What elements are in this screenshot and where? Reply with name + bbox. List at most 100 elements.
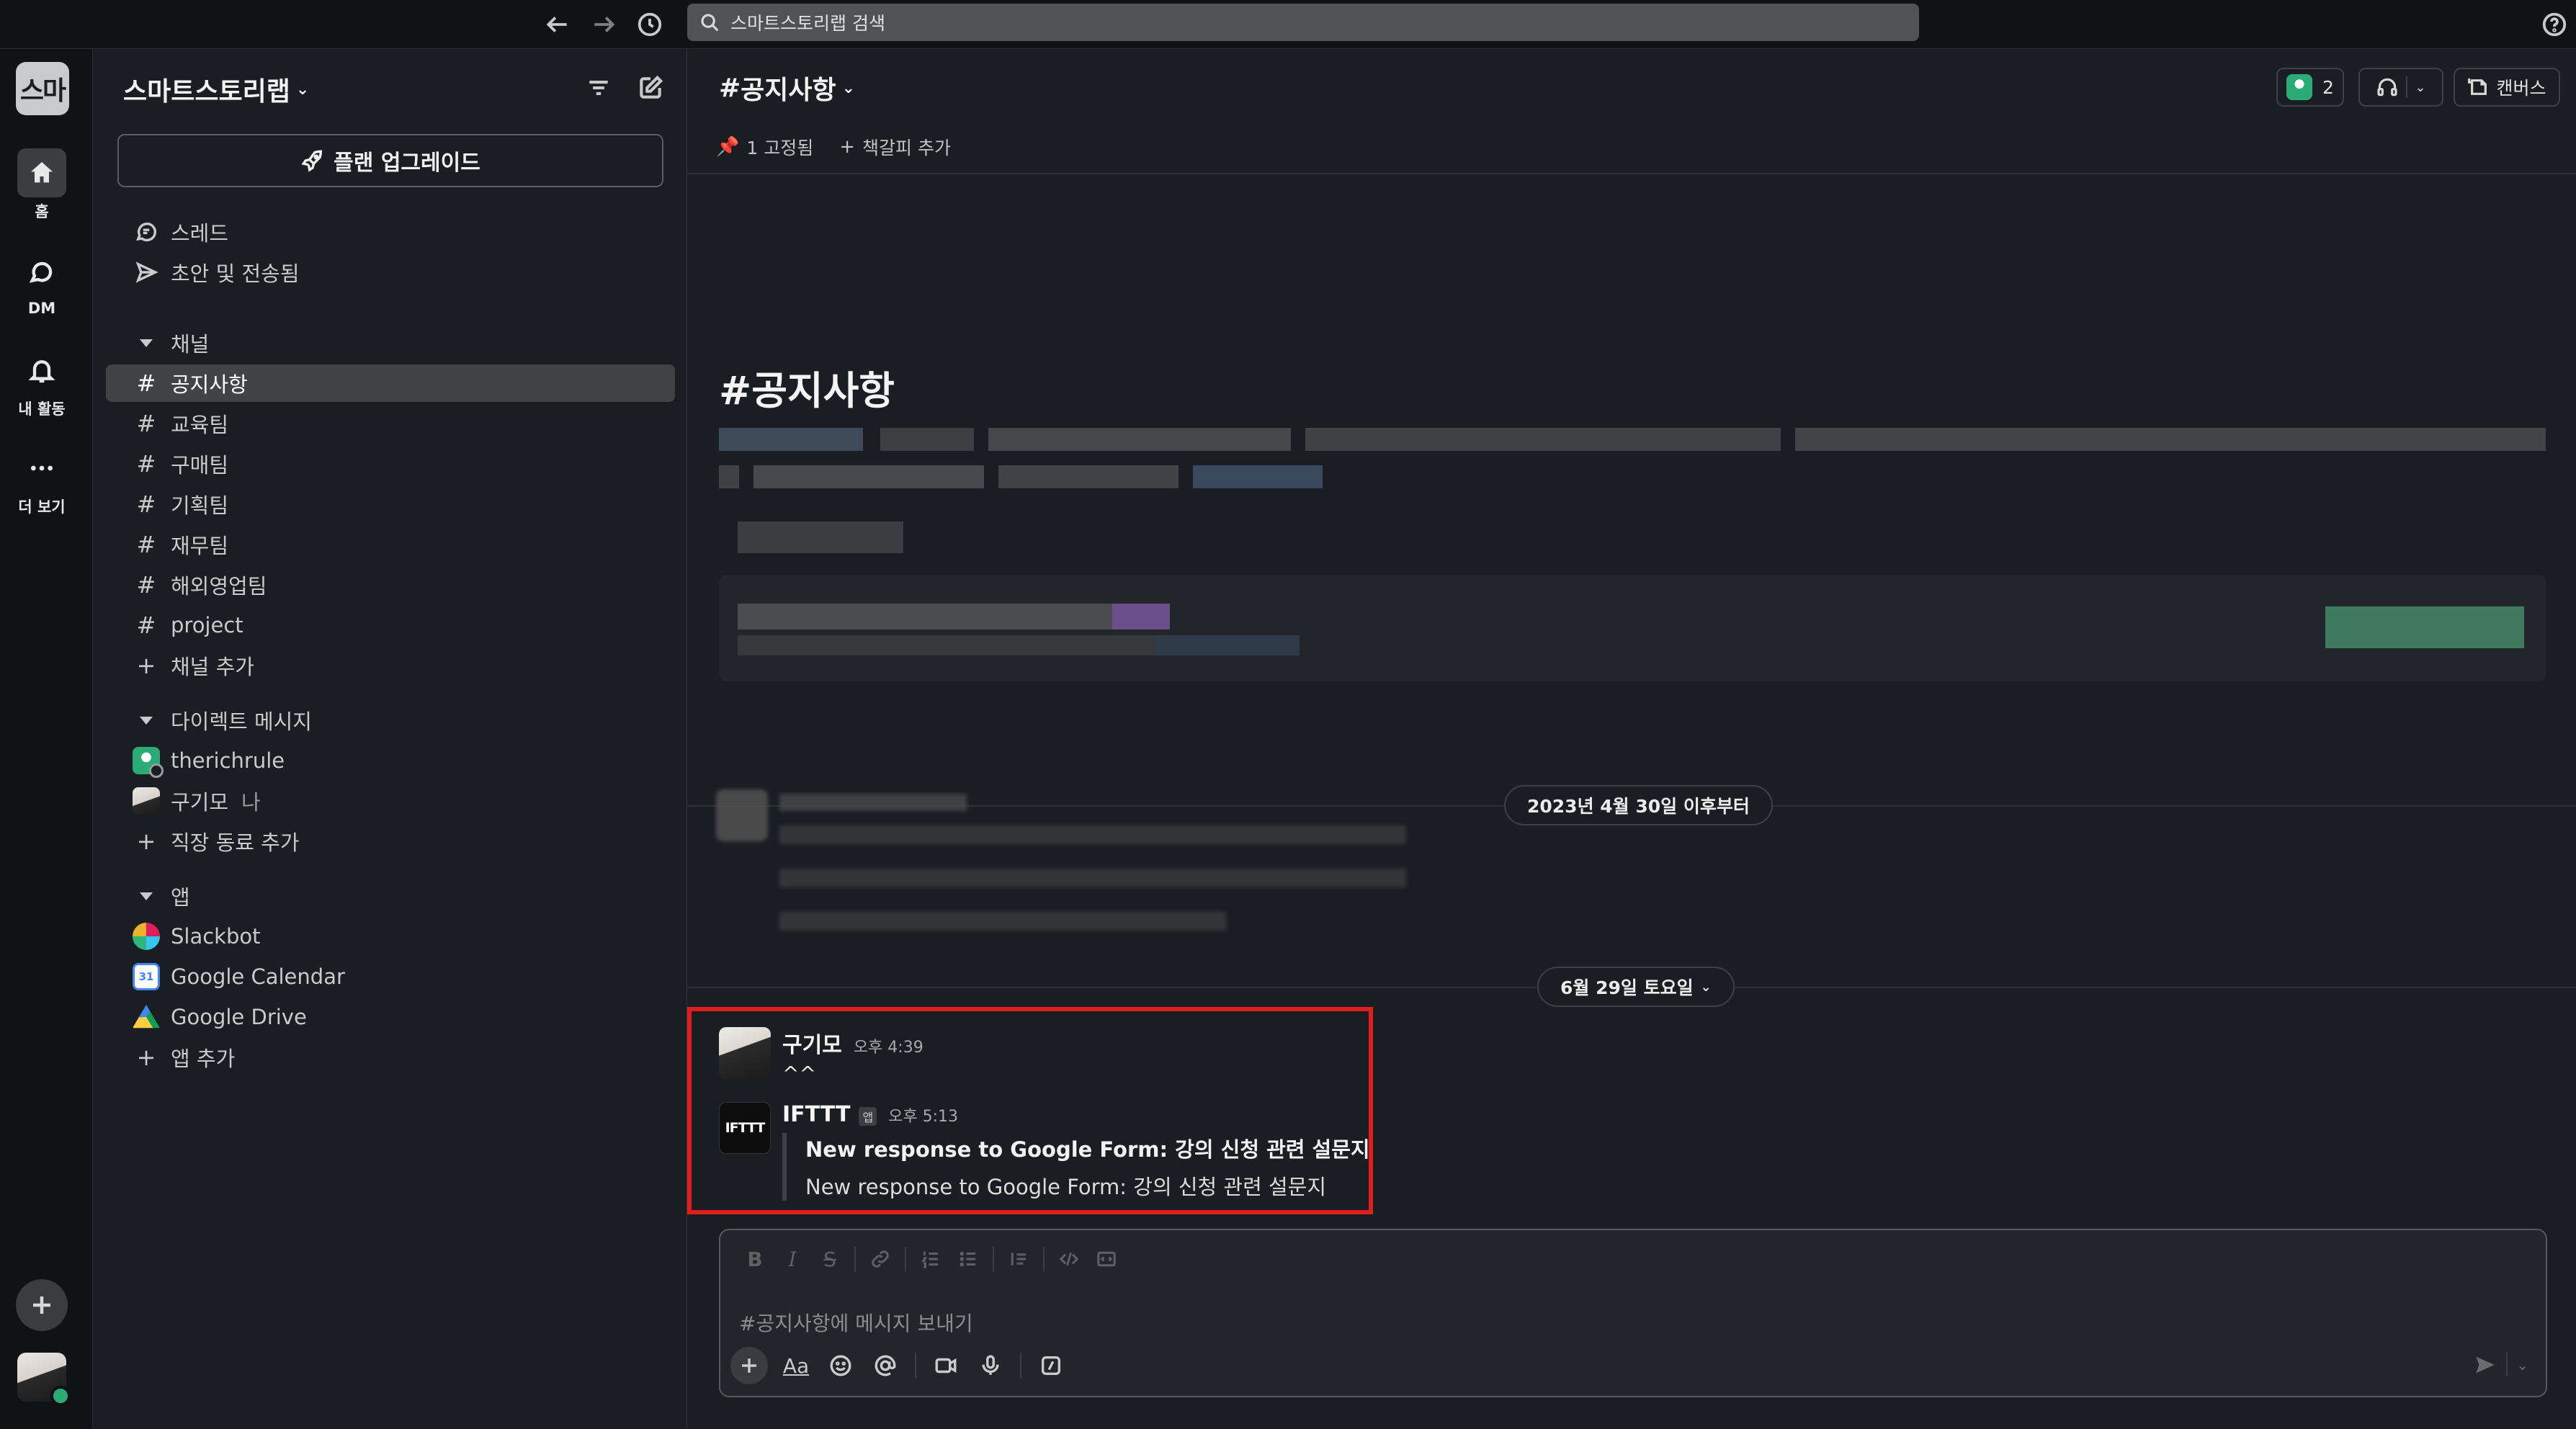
back-arrow-icon[interactable]: [539, 6, 576, 43]
workspace-name-menu[interactable]: 스마트스토리랩 ⌄: [123, 71, 309, 108]
text-format-icon[interactable]: Aa: [774, 1347, 818, 1384]
microphone-icon[interactable]: [968, 1347, 1013, 1384]
add-channel-label: 채널 추가: [171, 655, 254, 679]
send-icon[interactable]: [2473, 1353, 2497, 1377]
sidebar-channel-education[interactable]: # 교육팀: [106, 405, 675, 442]
emoji-icon[interactable]: [818, 1347, 863, 1384]
sidebar-channel-overseas-sales[interactable]: # 해외영업팀: [106, 566, 675, 604]
code-icon[interactable]: [1050, 1243, 1088, 1275]
search-placeholder: 스마트스토리랩 검색: [730, 13, 885, 34]
huddle-button[interactable]: ⌄: [2358, 68, 2443, 107]
add-app-button[interactable]: + 앱 추가: [106, 1039, 675, 1076]
sidebar-dm-therichrule[interactable]: therichrule: [106, 742, 675, 779]
attach-plus-button[interactable]: [730, 1347, 768, 1384]
message-input[interactable]: #공지사항에 메시지 보내기: [739, 1308, 973, 1337]
blockquote-icon[interactable]: [1000, 1243, 1037, 1275]
sidebar-channel-notice[interactable]: # 공지사항: [106, 364, 675, 402]
member-count: 2: [2322, 76, 2334, 98]
bulleted-list-icon[interactable]: [949, 1243, 987, 1275]
add-workspace-button[interactable]: [16, 1279, 68, 1331]
forward-arrow-icon[interactable]: [585, 6, 622, 43]
message-text: ^^: [782, 1062, 816, 1085]
message-attachment: New response to Google Form: 강의 신청 관련 설문…: [782, 1133, 1370, 1201]
add-channel-button[interactable]: + 채널 추가: [106, 647, 675, 684]
sidebar-dm-self[interactable]: 구기모 나: [106, 782, 675, 820]
add-coworker-button[interactable]: + 직장 동료 추가: [106, 823, 675, 860]
video-icon[interactable]: [923, 1347, 968, 1384]
workspace-name: 스마트스토리랩: [123, 77, 290, 107]
sidebar-item-threads[interactable]: 스레드: [106, 213, 675, 251]
message-author[interactable]: IFTTT: [782, 1102, 850, 1127]
composer-actions: Aa: [730, 1347, 1073, 1384]
channel-header-title[interactable]: # 공지사항 ⌄: [719, 69, 855, 107]
ifttt-avatar[interactable]: IFTTT: [719, 1102, 771, 1154]
search-bar[interactable]: 스마트스토리랩 검색: [687, 4, 1919, 41]
sidebar-channel-planning[interactable]: # 기획팀: [106, 485, 675, 523]
send-icon: [132, 260, 161, 285]
section-label: 다이렉트 메시지: [171, 709, 312, 734]
caret-down-icon: [132, 892, 161, 900]
channels-section-header[interactable]: 채널: [106, 324, 675, 362]
message-item[interactable]: 구기모 오후 4:39 ^^: [719, 1027, 923, 1085]
attachment-title[interactable]: New response to Google Form: 강의 신청 관련 설문…: [805, 1133, 1370, 1163]
sidebar-app-google-calendar[interactable]: 31 Google Calendar: [106, 958, 675, 995]
link-icon[interactable]: [862, 1243, 899, 1275]
channel-sidebar: 스마트스토리랩 ⌄ 플랜 업그레이드 스레드 초안 및 전송됨 채널 # 공지사…: [92, 49, 687, 1429]
apps-section-header[interactable]: 앱: [106, 877, 675, 915]
date-divider-pill[interactable]: 2023년 4월 30일 이후부터: [1504, 785, 1773, 825]
date-jump-button[interactable]: 6월 29일 토요일 ⌄: [1537, 967, 1735, 1007]
dm-section-header[interactable]: 다이렉트 메시지: [106, 702, 675, 739]
sidebar-channel-purchasing[interactable]: # 구매팀: [106, 445, 675, 483]
chevron-down-icon[interactable]: ⌄: [2415, 80, 2425, 95]
pin-icon: 📌: [716, 136, 740, 158]
canvas-button[interactable]: 캔버스: [2454, 68, 2560, 107]
rail-item-more[interactable]: 더 보기: [0, 444, 84, 517]
bold-icon[interactable]: B: [736, 1243, 774, 1275]
history-clock-icon[interactable]: [631, 6, 668, 43]
app-name: Slackbot: [171, 924, 261, 949]
workspace-rail: 스마 홈 DM 내 활동 더 보기: [0, 49, 92, 1429]
bookmark-bar: 📌 1 고정됨 + 책갈피 추가: [716, 134, 977, 160]
rail-item-dm[interactable]: DM: [0, 248, 84, 317]
avatar[interactable]: [719, 1027, 771, 1079]
rail-item-activity[interactable]: 내 활동: [0, 346, 84, 419]
compose-icon[interactable]: [633, 71, 668, 105]
message-item[interactable]: IFTTT IFTTT 앱 오후 5:13 New response to Go…: [719, 1102, 1370, 1201]
slash-command-icon[interactable]: [1029, 1347, 1073, 1384]
hash-icon: #: [719, 368, 752, 413]
channel-intro-title: #공지사항: [719, 368, 895, 413]
message-author[interactable]: 구기모: [782, 1027, 842, 1059]
hash-icon: #: [719, 73, 741, 103]
italic-icon[interactable]: I: [774, 1243, 811, 1275]
upgrade-plan-button[interactable]: 플랜 업그레이드: [117, 134, 663, 187]
code-block-icon[interactable]: [1088, 1243, 1125, 1275]
chevron-down-icon: ⌄: [295, 80, 310, 99]
help-icon[interactable]: [2536, 6, 2573, 43]
add-bookmark-button[interactable]: + 책갈피 추가: [839, 134, 951, 160]
channel-name: 공지사항: [171, 372, 248, 397]
channel-title: 공지사항: [741, 76, 836, 105]
members-button[interactable]: 2: [2276, 68, 2344, 107]
sidebar-channel-finance[interactable]: # 재무팀: [106, 526, 675, 563]
pinned-button[interactable]: 📌 1 고정됨: [716, 134, 813, 160]
message-timestamp[interactable]: 오후 4:39: [854, 1034, 923, 1057]
sidebar-app-google-drive[interactable]: Google Drive: [106, 998, 675, 1036]
channel-name: 교육팀: [171, 413, 229, 437]
sidebar-app-slackbot[interactable]: Slackbot: [106, 918, 675, 955]
dm-icon: [17, 248, 66, 297]
user-avatar[interactable]: [17, 1353, 71, 1406]
chevron-down-icon[interactable]: ⌄: [2516, 1356, 2528, 1374]
channel-name: 해외영업팀: [171, 574, 267, 599]
filter-icon[interactable]: [581, 71, 616, 105]
ordered-list-icon[interactable]: [912, 1243, 949, 1275]
mention-icon[interactable]: [863, 1347, 908, 1384]
strikethrough-icon[interactable]: S: [811, 1243, 849, 1275]
send-controls: ⌄: [2473, 1353, 2528, 1377]
rail-label-home: 홈: [35, 203, 49, 220]
sidebar-item-drafts[interactable]: 초안 및 전송됨: [106, 254, 675, 291]
workspace-logo[interactable]: 스마: [16, 62, 69, 115]
sidebar-channel-project[interactable]: # project: [106, 606, 675, 644]
rail-item-home[interactable]: 홈: [0, 148, 84, 222]
message-timestamp[interactable]: 오후 5:13: [888, 1103, 958, 1126]
app-name: Google Calendar: [171, 964, 345, 989]
